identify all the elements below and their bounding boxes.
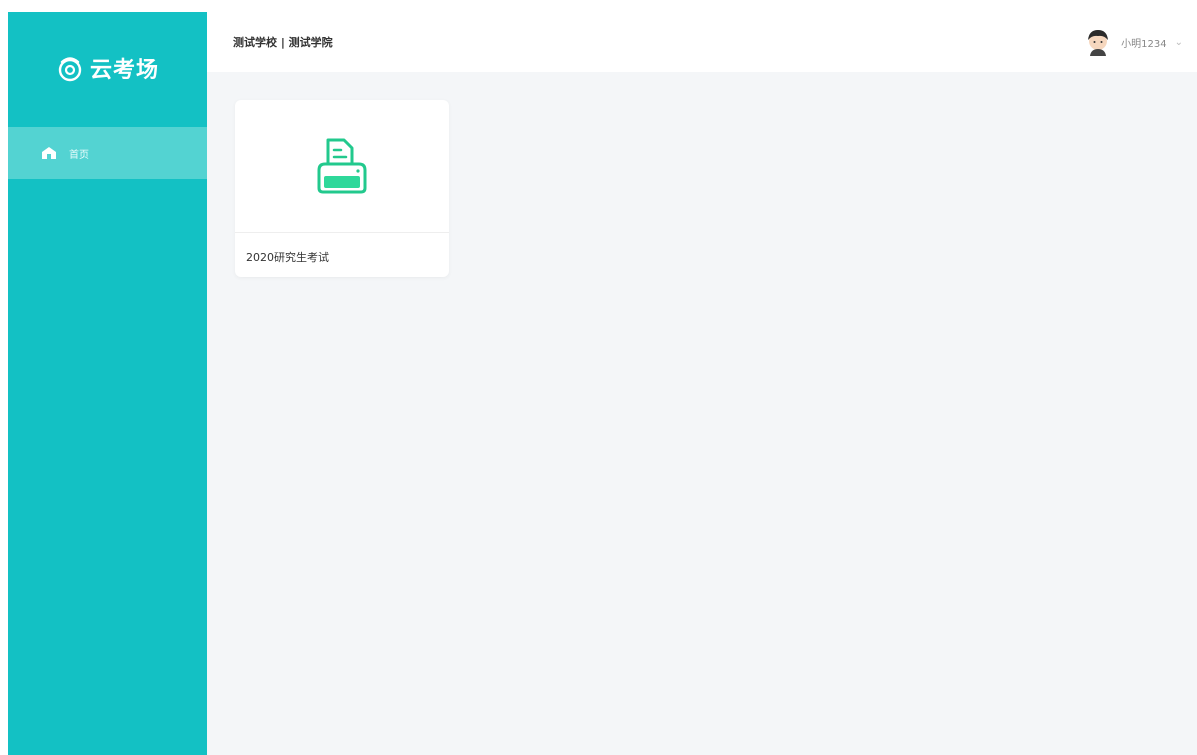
user-menu[interactable]: 小明1234 ⌄ [1084, 26, 1197, 58]
sidebar: 云考场 首页 [8, 12, 207, 755]
card-divider [235, 232, 449, 233]
logo[interactable]: 云考场 [8, 12, 207, 124]
home-icon [42, 147, 56, 159]
exam-card[interactable]: 2020研究生考试 [235, 100, 449, 277]
breadcrumb: 测试学校 | 测试学院 [233, 36, 333, 49]
sidebar-item-home[interactable]: 首页 [8, 127, 207, 179]
username: 小明1234 [1121, 38, 1167, 50]
main-content: 2020研究生考试 [207, 72, 1197, 755]
top-bar: 测试学校 | 测试学院 小明1234 ⌄ [207, 12, 1197, 72]
app-name: 云考场 [89, 58, 159, 83]
exam-printer-icon [317, 138, 367, 194]
exam-card-title: 2020研究生考试 [246, 251, 329, 264]
app-frame: 云考场 首页 测试学校 | 测试学院 小明1234 ⌄ 2020研究生考试 [8, 12, 1197, 755]
avatar [1088, 30, 1109, 56]
logo-icon [58, 57, 82, 82]
card-icon-area [235, 100, 449, 232]
sidebar-item-label: 首页 [69, 149, 89, 161]
chevron-down-icon: ⌄ [1174, 36, 1183, 48]
